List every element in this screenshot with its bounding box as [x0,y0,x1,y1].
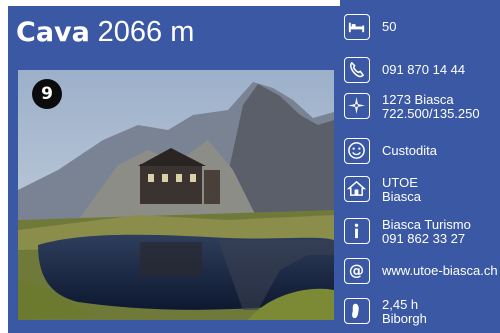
location-row: 1273 Biasca 722.500/135.250 [344,93,500,125]
walk-text: 2,45 h Biborgh [382,298,427,326]
hut-phone: 091 870 14 44 [382,62,466,77]
location-coordinates: 722.500/135.250 [382,106,480,121]
phone-row: 091 870 14 44 [344,57,500,89]
info-panel: 50 091 870 14 44 1273 Biasca 722.500/135… [340,0,500,333]
info-icon [344,218,370,244]
status-row: Custodita [344,138,500,170]
compass-icon [344,93,370,119]
at-icon: @ [344,258,370,284]
location-village: 1273 Biasca [382,92,454,107]
footprint-icon [344,298,370,324]
tourism-text: Biasca Turismo 091 862 33 27 [382,218,471,246]
owner-name: UTOE [382,175,418,190]
tourism-phone: 091 862 33 27 [382,231,466,246]
hut-title: Cava 2066 m [16,16,194,49]
walk-row: 2,45 h Biborgh [344,298,500,330]
tourism-office: Biasca Turismo [382,217,471,232]
hut-page: Cava 2066 m 9 50 091 870 14 44 1273 Bias… [0,0,500,333]
owner-text: UTOE Biasca [382,176,421,204]
beds-count: 50 [382,19,397,34]
hut-photo [18,70,334,320]
hut-number-badge: 9 [32,79,62,109]
owner-row: UTOE Biasca [344,176,500,208]
beds-row: 50 [344,14,500,46]
walk-time: 2,45 h [382,297,419,312]
phone-icon [344,57,370,83]
house-icon [344,176,370,202]
website-link[interactable]: www.utoe-biasca.ch [382,264,498,278]
location-text: 1273 Biasca 722.500/135.250 [382,93,480,121]
hut-name: Cava [16,17,90,48]
bed-icon [344,14,370,40]
svg-text:@: @ [349,261,364,279]
hut-status: Custodita [382,143,437,158]
tourism-row: Biasca Turismo 091 862 33 27 [344,218,500,250]
landscape-image [18,70,334,320]
walk-start: Biborgh [382,311,427,326]
website-row[interactable]: @ www.utoe-biasca.ch [344,258,500,290]
smile-icon [344,138,370,164]
owner-town: Biasca [382,189,422,204]
hut-altitude: 2066 m [97,16,195,48]
